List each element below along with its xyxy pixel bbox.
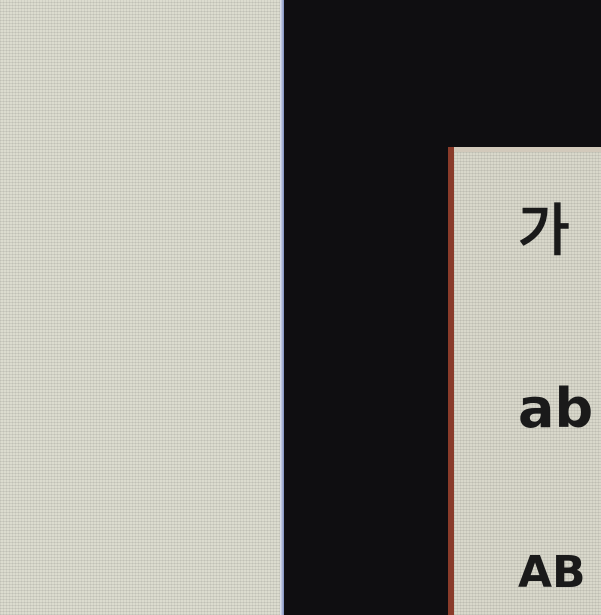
uppercase-sample-text: AB [518, 547, 586, 598]
korean-sample-text: 가 [518, 199, 570, 264]
font-preview-panel: 가 ab AB [448, 147, 601, 615]
left-pane [0, 0, 284, 615]
photo-of-monitor: 가 ab AB [0, 0, 601, 615]
lowercase-sample-text: ab [518, 377, 594, 440]
